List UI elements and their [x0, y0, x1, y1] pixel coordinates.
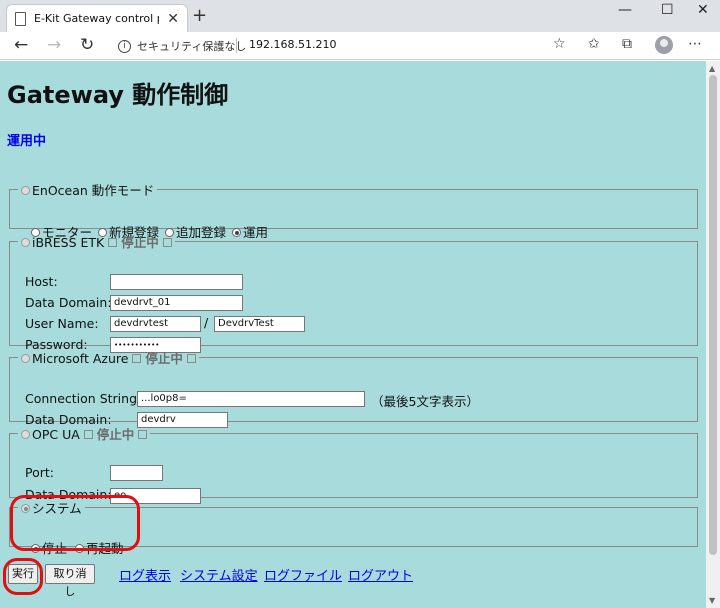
scroll-thumb[interactable] — [709, 75, 717, 555]
system-section-radio[interactable] — [21, 504, 30, 513]
status-text: 運用中 — [7, 134, 47, 149]
ibress-name: iBRESS ETK — [32, 235, 105, 250]
page-scrollbar[interactable]: ▲ ▼ — [706, 61, 720, 608]
back-icon[interactable]: ← — [14, 35, 28, 55]
system-legend-label: システム — [32, 501, 82, 516]
url-field[interactable]: 192.168.51.210 — [249, 38, 336, 51]
azure-section-radio[interactable] — [21, 354, 30, 363]
opcua-state-badge: 停止中 — [96, 427, 135, 442]
username-input[interactable]: devdrvtest — [110, 316, 201, 332]
ibress-domain-label: Data Domain: — [25, 295, 112, 310]
ibress-domain-input[interactable]: devdrvt_01 — [110, 295, 243, 311]
system-radio-restart[interactable] — [75, 544, 84, 553]
scroll-up-icon[interactable]: ▲ — [709, 64, 715, 73]
ibress-checkbox-right[interactable] — [162, 238, 172, 247]
forward-icon[interactable]: → — [47, 35, 61, 55]
profile-avatar[interactable] — [655, 36, 673, 54]
page-title: Gateway 動作制御 — [7, 81, 229, 109]
system-options: 停止 再起動 — [31, 538, 124, 557]
favorites-list-icon[interactable]: ✩ — [588, 36, 600, 52]
username-separator: / — [204, 315, 209, 330]
maximize-icon[interactable]: ☐ — [661, 2, 674, 18]
enocean-legend-label: EnOcean 動作モード — [32, 183, 155, 198]
azure-group: Microsoft Azure 停止中 Connection String: .… — [9, 348, 698, 428]
connection-string-note: （最後5文字表示） — [371, 394, 479, 409]
enocean-group: EnOcean 動作モード モニター 新規登録 追加登録 運用 — [9, 180, 698, 240]
log-file-link[interactable]: ログファイル — [264, 565, 342, 584]
address-bar: ← → ↻ i セキュリティ保護なし 192.168.51.210 ☆ ✩ ⧉ … — [0, 32, 720, 60]
port-label: Port: — [25, 465, 54, 480]
azure-checkbox-left[interactable] — [132, 354, 142, 363]
scroll-down-icon[interactable]: ▼ — [709, 596, 715, 605]
tab-bar: E-Kit Gateway control page ✕ + — ☐ ✕ — [0, 0, 720, 32]
more-menu-icon[interactable]: ⋯ — [688, 36, 702, 52]
host-label: Host: — [25, 274, 58, 289]
port-input[interactable] — [110, 465, 163, 481]
enocean-section-radio[interactable] — [21, 186, 30, 195]
connection-string-label: Connection String: — [25, 391, 142, 406]
ibress-state-badge: 停止中 — [121, 235, 159, 250]
system-radio-stop[interactable] — [31, 544, 40, 553]
close-window-icon[interactable]: ✕ — [697, 2, 709, 18]
azure-state-badge: 停止中 — [145, 351, 183, 366]
tab-title: E-Kit Gateway control page — [34, 12, 159, 25]
ibress-group: iBRESS ETK 停止中 Host: Data Domain: devdrv… — [9, 232, 698, 353]
system-label-stop: 停止 — [42, 541, 68, 556]
opcua-legend: OPC UA 停止中 — [18, 424, 150, 443]
address-divider — [236, 38, 237, 53]
system-label-restart: 再起動 — [86, 541, 124, 556]
info-icon[interactable]: i — [118, 40, 131, 53]
opcua-group: OPC UA 停止中 Port: Data Domain: eo — [9, 424, 698, 504]
execute-button[interactable]: 実行 — [8, 564, 38, 584]
system-option-stop[interactable]: 停止 — [31, 541, 67, 556]
security-label[interactable]: セキュリティ保護なし — [137, 38, 246, 54]
host-input[interactable] — [110, 274, 243, 290]
opcua-section-radio[interactable] — [21, 430, 30, 439]
new-tab-icon[interactable]: + — [192, 5, 207, 26]
system-legend: システム — [18, 498, 85, 517]
refresh-icon[interactable]: ↻ — [80, 35, 94, 55]
connection-string-input[interactable]: ...lo0p8= — [137, 391, 365, 407]
username-label: User Name: — [25, 316, 99, 331]
page-content: Gateway 動作制御 運用中 EnOcean 動作モード モニター 新規登録… — [0, 61, 706, 608]
username-input-2[interactable]: DevdrvTest — [214, 316, 305, 332]
opcua-checkbox-right[interactable] — [138, 430, 148, 439]
azure-legend: Microsoft Azure 停止中 — [18, 348, 199, 367]
system-settings-link[interactable]: システム設定 — [180, 565, 258, 584]
azure-checkbox-right[interactable] — [186, 354, 196, 363]
system-option-restart[interactable]: 再起動 — [75, 541, 124, 556]
opcua-name: OPC UA — [32, 427, 80, 442]
log-view-link[interactable]: ログ表示 — [119, 565, 171, 584]
minimize-icon[interactable]: — — [618, 2, 632, 18]
cancel-button[interactable]: 取り消し — [45, 564, 95, 598]
browser-tab[interactable]: E-Kit Gateway control page ✕ — [6, 4, 188, 32]
favorite-star-icon[interactable]: ☆ — [553, 36, 566, 52]
enocean-legend: EnOcean 動作モード — [18, 180, 157, 199]
ibress-section-radio[interactable] — [21, 238, 30, 247]
system-group: システム 停止 再起動 — [9, 498, 698, 556]
azure-name: Microsoft Azure — [32, 351, 129, 366]
collections-icon[interactable]: ⧉ — [622, 36, 632, 52]
page-icon — [15, 11, 26, 26]
logout-link[interactable]: ログアウト — [348, 565, 413, 584]
close-tab-icon[interactable]: ✕ — [167, 11, 179, 27]
ibress-checkbox-left[interactable] — [108, 238, 118, 247]
opcua-checkbox-left[interactable] — [83, 430, 93, 439]
ibress-legend: iBRESS ETK 停止中 — [18, 232, 175, 251]
